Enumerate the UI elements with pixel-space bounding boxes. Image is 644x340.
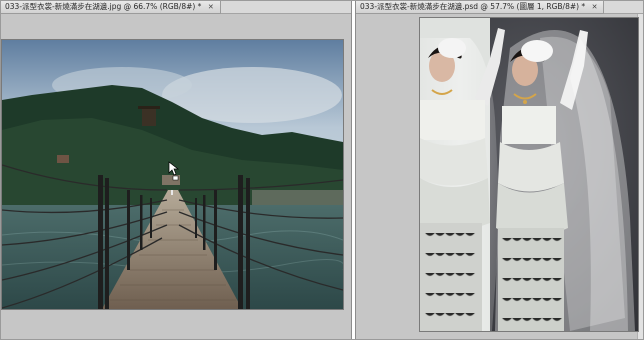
right-document-canvas[interactable]	[420, 18, 638, 331]
bride-veil-photo	[420, 18, 638, 331]
left-document-canvas[interactable]	[2, 40, 343, 309]
right-document-tab[interactable]: 033-派型衣裳-新燒滿步在湖邊.psd @ 57.7% (圖層 1, RGB/…	[356, 1, 605, 14]
right-document-window: 033-派型衣裳-新燒滿步在湖邊.psd @ 57.7% (圖層 1, RGB/…	[355, 1, 643, 339]
right-vertical-scrollbar[interactable]	[637, 14, 643, 339]
bride-figure-left	[420, 18, 505, 331]
bridge-lake-photo	[2, 40, 343, 309]
photoshop-workspace: 033-派型衣裳-新燒滿步在湖邊.jpg @ 66.7% (RGB/8#) * …	[0, 0, 644, 340]
left-document-window: 033-派型衣裳-新燒滿步在湖邊.jpg @ 66.7% (RGB/8#) * …	[1, 1, 352, 339]
right-tab-close-icon[interactable]: ✕	[592, 3, 598, 11]
left-document-title: 033-派型衣裳-新燒滿步在湖邊.jpg @ 66.7% (RGB/8#) *	[5, 2, 202, 11]
left-tab-close-icon[interactable]: ✕	[208, 3, 214, 11]
right-document-title: 033-派型衣裳-新燒滿步在湖邊.psd @ 57.7% (圖層 1, RGB/…	[360, 2, 586, 11]
left-document-tab[interactable]: 033-派型衣裳-新燒滿步在湖邊.jpg @ 66.7% (RGB/8#) * …	[1, 1, 221, 14]
